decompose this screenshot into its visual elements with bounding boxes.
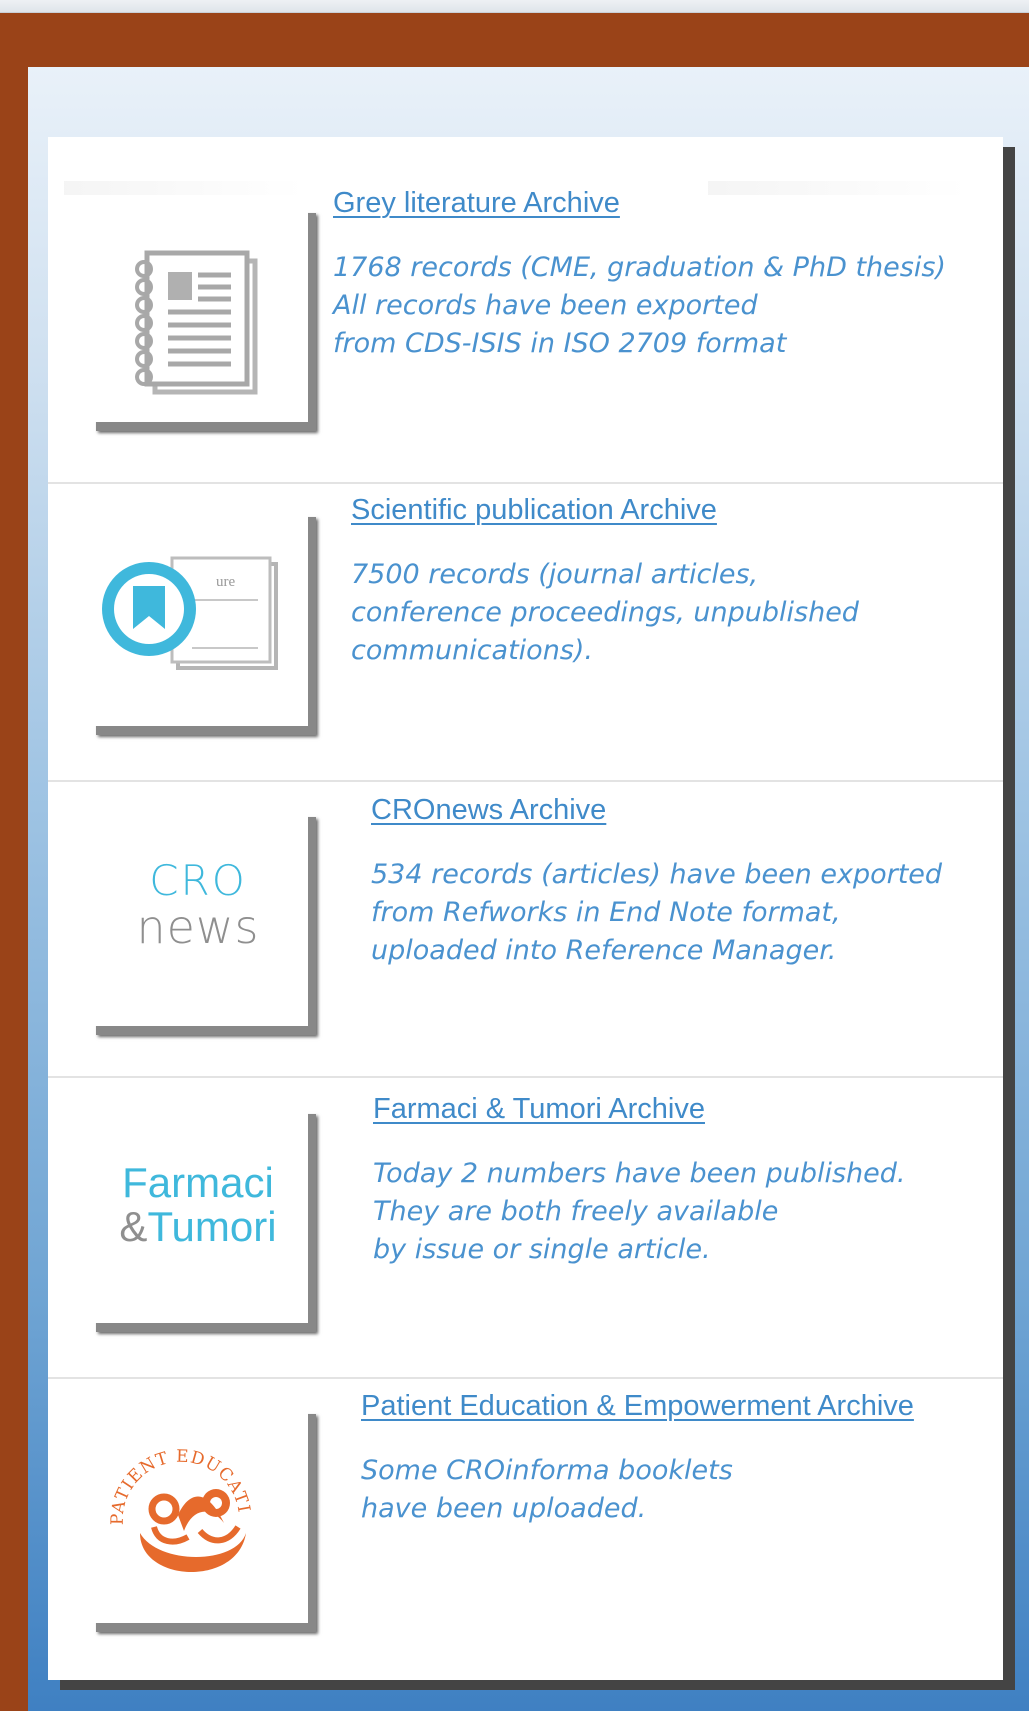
archive-thumbnail[interactable]: ure [88, 508, 308, 726]
archive-item-farmaci-tumori: Farmaci &Tumori Farmaci & Tumori Archive… [48, 1078, 1003, 1377]
top-strip [0, 0, 1029, 13]
farmaci-tumori-logo: Farmaci &Tumori [98, 1161, 298, 1249]
archive-title-link[interactable]: Scientific publication Archive [351, 494, 717, 527]
archive-list: Grey literature Archive 1768 records (CM… [48, 137, 1003, 1680]
archive-thumbnail[interactable]: CRO news [88, 808, 308, 1026]
archive-thumbnail[interactable]: PATIENT EDUCATION [88, 1405, 308, 1623]
patient-education-logo: PATIENT EDUCATION [88, 1405, 253, 1573]
archive-description: Some CROinforma booklets have been uploa… [361, 1455, 733, 1524]
archive-item-scientific-publication: ure Scientific publication Archive 7500 … [48, 484, 1003, 780]
notebook-icon [135, 250, 258, 395]
archive-description: Today 2 numbers have been published. The… [373, 1158, 906, 1265]
archive-title-link[interactable]: Farmaci & Tumori Archive [373, 1093, 705, 1126]
thumbnail-text: ure [216, 574, 235, 590]
archive-title-link[interactable]: Patient Education & Empowerment Archive [361, 1390, 914, 1423]
logo-cro: CRO [149, 856, 247, 905]
cronews-logo: CRO news [100, 856, 296, 954]
archive-thumbnail[interactable]: Farmaci &Tumori [88, 1105, 308, 1323]
logo-tumori-line: &Tumori [98, 1205, 298, 1249]
logo-news: news [136, 900, 260, 954]
archive-description: 534 records (articles) have been exporte… [371, 859, 943, 966]
archive-title-link[interactable]: CROnews Archive [371, 794, 606, 827]
archive-title-link[interactable]: Grey literature Archive [333, 187, 620, 220]
archive-item-grey-literature: Grey literature Archive 1768 records (CM… [48, 137, 1003, 441]
archive-item-patient-education: PATIENT EDUCATION Patient Education & Em… [48, 1379, 1003, 1680]
archive-thumbnail[interactable] [88, 204, 308, 422]
bookmark-icon: ure [102, 556, 278, 670]
archive-description: 1768 records (CME, graduation & PhD thes… [333, 252, 946, 359]
archive-item-cronews: CRO news CROnews Archive 534 records (ar… [48, 782, 1003, 1076]
logo-tumori: Tumori [147, 1203, 277, 1250]
logo-amp: & [119, 1203, 148, 1250]
archive-description: 7500 records (journal articles, conferen… [351, 559, 859, 666]
logo-farmaci: Farmaci [122, 1159, 274, 1206]
